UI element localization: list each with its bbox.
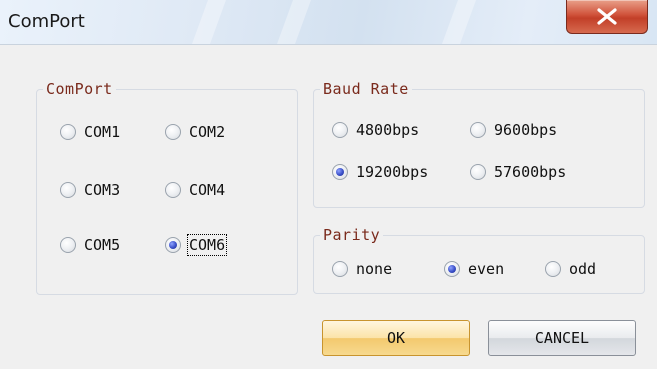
radio-57600bps[interactable]: 57600bps [470, 163, 566, 181]
radio-indicator-selected [332, 164, 348, 180]
titlebar-decoration [191, 0, 227, 44]
radio-label: even [468, 260, 505, 278]
radio-com3[interactable]: COM3 [60, 181, 120, 199]
radio-label: COM1 [84, 123, 121, 141]
radio-indicator [165, 182, 181, 198]
radio-indicator [60, 237, 76, 253]
radio-4800bps[interactable]: 4800bps [332, 121, 419, 139]
radio-com6[interactable]: COM6 [165, 234, 228, 256]
parity-legend: Parity [323, 226, 381, 244]
radio-indicator [470, 122, 486, 138]
cancel-button[interactable]: CANCEL [488, 320, 636, 356]
cancel-button-label: CANCEL [534, 329, 590, 347]
radio-indicator [60, 182, 76, 198]
radio-parity-none[interactable]: none [332, 260, 392, 278]
radio-label: odd [569, 260, 597, 278]
radio-indicator-selected [165, 237, 181, 253]
radio-indicator [332, 122, 348, 138]
radio-label: none [356, 260, 393, 278]
radio-com2[interactable]: COM2 [165, 123, 225, 141]
comport-legend: ComPort [46, 80, 113, 98]
close-button[interactable] [566, 0, 648, 34]
radio-com1[interactable]: COM1 [60, 123, 120, 141]
ok-button-label: OK [386, 329, 406, 347]
radio-com4[interactable]: COM4 [165, 181, 225, 199]
radio-indicator-selected [444, 261, 460, 277]
radio-19200bps[interactable]: 19200bps [332, 163, 428, 181]
titlebar-decoration [276, 0, 312, 44]
radio-label: COM2 [189, 123, 226, 141]
radio-label: 9600bps [494, 121, 558, 139]
radio-9600bps[interactable]: 9600bps [470, 121, 557, 139]
baud-rate-group: Baud Rate [313, 80, 645, 208]
radio-parity-odd[interactable]: odd [545, 260, 596, 278]
radio-label: 4800bps [356, 121, 420, 139]
radio-parity-even[interactable]: even [444, 260, 504, 278]
radio-label: 19200bps [356, 163, 429, 181]
radio-indicator [332, 261, 348, 277]
radio-label: 57600bps [494, 163, 567, 181]
radio-label: COM4 [189, 181, 226, 199]
close-icon [597, 8, 617, 25]
titlebar-decoration [441, 0, 477, 44]
window-title: ComPort [8, 11, 85, 32]
radio-indicator [470, 164, 486, 180]
radio-label: COM6 [186, 234, 228, 256]
radio-label: COM5 [84, 236, 121, 254]
baud-rate-legend: Baud Rate [323, 80, 409, 98]
radio-indicator [165, 124, 181, 140]
radio-com5[interactable]: COM5 [60, 236, 120, 254]
radio-label: COM3 [84, 181, 121, 199]
radio-indicator [545, 261, 561, 277]
title-bar: ComPort [0, 0, 657, 45]
ok-button[interactable]: OK [322, 320, 470, 356]
radio-indicator [60, 124, 76, 140]
